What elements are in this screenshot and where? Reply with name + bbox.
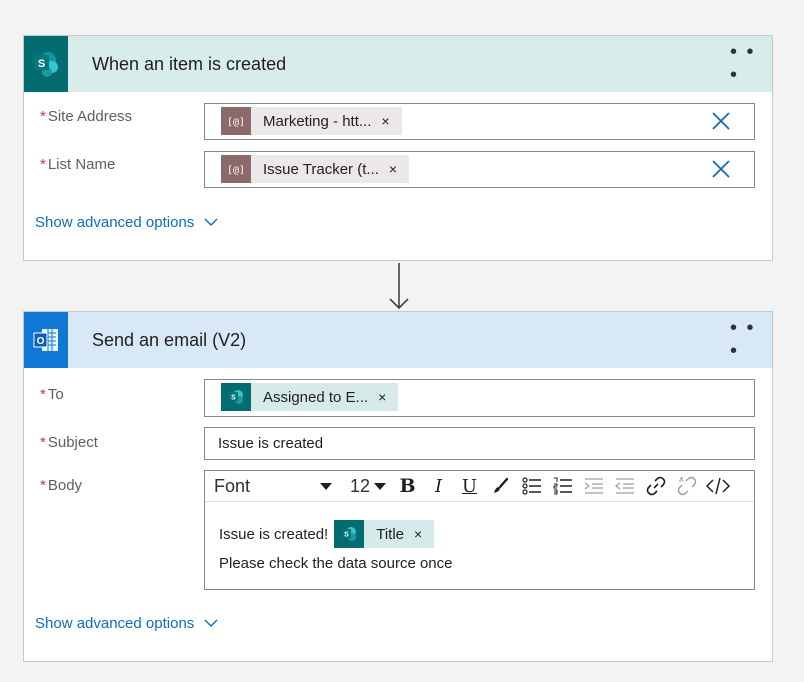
list-name-field[interactable]: [@] Issue Tracker (t... × <box>204 151 755 188</box>
link-icon <box>646 476 665 496</box>
subject-value: Issue is created <box>218 435 324 452</box>
body-line: Issue is created! S Title × <box>219 519 452 549</box>
to-token[interactable]: S Assigned to E... × <box>221 383 399 411</box>
trigger-title: When an item is created <box>92 53 287 74</box>
caret-down-icon <box>374 482 386 490</box>
outdent-icon <box>614 478 634 494</box>
font-select[interactable]: Font <box>205 471 340 502</box>
subject-label: * Subject <box>40 434 98 451</box>
caret-down-icon <box>320 482 332 490</box>
to-label: * To <box>40 386 64 403</box>
token-remove-icon[interactable]: × <box>381 113 401 129</box>
indent-icon <box>584 478 603 494</box>
svg-text:[@]: [@] <box>228 165 244 176</box>
outlook-icon: O <box>24 312 68 368</box>
trigger-card-header[interactable]: S When an item is created • • • <box>24 36 772 92</box>
variable-icon: [@] <box>221 107 251 135</box>
svg-text:[@]: [@] <box>228 117 244 128</box>
bullet-list-icon <box>521 477 541 495</box>
action-title: Send an email (V2) <box>92 329 247 350</box>
clear-icon[interactable] <box>710 110 732 132</box>
link-button[interactable] <box>640 471 671 502</box>
body-line: Please check the data source once <box>219 555 453 572</box>
sharepoint-icon: S <box>334 520 365 548</box>
sharepoint-icon: S <box>221 383 251 411</box>
to-field[interactable]: S Assigned to E... × <box>204 379 755 417</box>
sharepoint-icon: S <box>24 36 68 92</box>
svg-text:S: S <box>38 58 45 70</box>
bold-button[interactable]: B <box>392 471 423 502</box>
site-address-label: * Site Address <box>40 108 133 125</box>
body-label: * Body <box>40 477 83 494</box>
variable-icon: [@] <box>221 155 251 183</box>
chevron-down-icon <box>204 218 218 226</box>
numbered-list-button[interactable] <box>547 471 578 502</box>
svg-text:S: S <box>344 532 349 539</box>
arrow-down-icon <box>389 263 409 310</box>
code-icon <box>705 477 730 495</box>
body-content[interactable]: Issue is created! S Title × Please check… <box>219 519 452 572</box>
font-size-select[interactable]: 12 <box>340 471 392 502</box>
editor-toolbar: Font 12 B I U <box>205 471 754 502</box>
trigger-show-advanced-link[interactable]: Show advanced options <box>35 214 218 231</box>
subject-input[interactable]: Issue is created <box>204 427 755 460</box>
code-view-button[interactable] <box>702 471 733 502</box>
indent-button[interactable] <box>578 471 609 502</box>
site-address-token[interactable]: [@] Marketing - htt... × <box>221 107 402 135</box>
action-card-header[interactable]: O Send an email (V2) • • • <box>24 312 772 368</box>
body-editor[interactable]: Font 12 B I U Issue is created! S Title … <box>204 470 755 590</box>
bullet-list-button[interactable] <box>516 471 547 502</box>
underline-button[interactable]: U <box>454 471 485 502</box>
action-more-icon[interactable]: • • • <box>730 317 760 362</box>
required-mark: * <box>40 108 46 125</box>
token-remove-icon[interactable]: × <box>389 161 409 177</box>
trigger-card: S When an item is created • • • * Site Ad… <box>23 35 773 261</box>
unlink-button[interactable] <box>671 471 702 502</box>
svg-text:O: O <box>37 336 45 347</box>
clear-icon[interactable] <box>710 158 732 180</box>
token-remove-icon[interactable]: × <box>378 389 398 405</box>
title-token[interactable]: S Title × <box>334 520 435 548</box>
text-color-button[interactable] <box>485 471 516 502</box>
action-show-advanced-link[interactable]: Show advanced options <box>35 615 218 632</box>
outdent-button[interactable] <box>609 471 640 502</box>
brush-icon <box>493 477 508 493</box>
trigger-more-icon[interactable]: • • • <box>730 41 760 86</box>
numbered-list-icon <box>553 477 572 495</box>
list-name-token[interactable]: [@] Issue Tracker (t... × <box>221 155 410 183</box>
italic-button[interactable]: I <box>423 471 454 502</box>
list-name-label: * List Name <box>40 156 116 173</box>
svg-text:S: S <box>231 395 236 402</box>
site-address-field[interactable]: [@] Marketing - htt... × <box>204 103 755 140</box>
unlink-icon <box>677 476 696 496</box>
action-card: O Send an email (V2) • • • * To S Assigne… <box>23 311 773 662</box>
token-remove-icon[interactable]: × <box>414 526 434 542</box>
chevron-down-icon <box>204 619 218 627</box>
